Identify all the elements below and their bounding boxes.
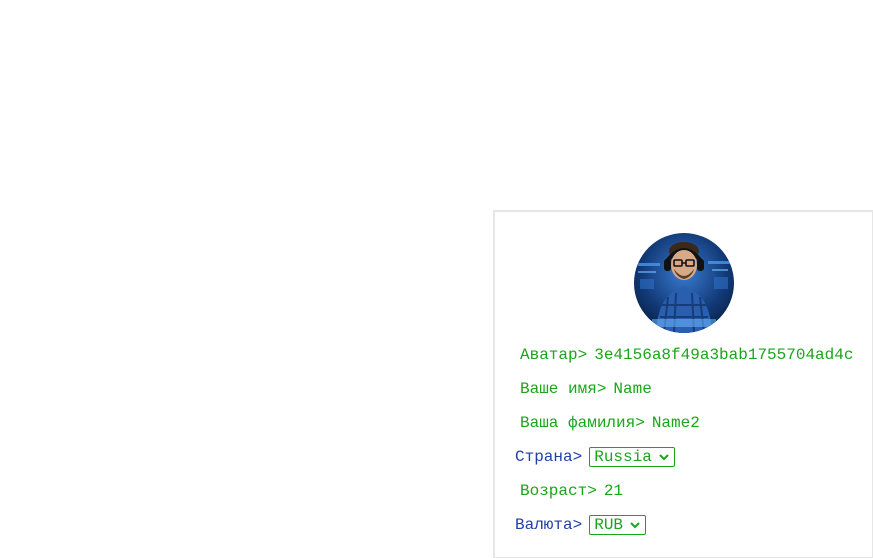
currency-label: Валюта> — [515, 516, 583, 534]
country-select[interactable]: Russia — [589, 447, 676, 467]
currency-select[interactable]: RUB — [589, 515, 647, 535]
age-value: 21 — [603, 482, 624, 500]
country-row: Страна> Russia — [515, 447, 676, 467]
country-label: Страна> — [515, 448, 583, 466]
first-name-value: Name — [613, 380, 652, 398]
avatar-row: Аватар> 3e4156a8f49a3bab1755704ad4c — [520, 345, 853, 365]
age-label: Возраст> — [520, 482, 597, 500]
first-name-label: Ваше имя> — [520, 380, 607, 398]
page: Аватар> 3e4156a8f49a3bab1755704ad4c Ваше… — [0, 0, 873, 558]
currency-row: Валюта> RUB — [515, 515, 647, 535]
avatar — [634, 233, 734, 333]
last-name-row: Ваша фамилия> Name2 — [520, 413, 700, 433]
last-name-label: Ваша фамилия> — [520, 414, 645, 432]
avatar-label: Аватар> — [520, 346, 588, 364]
first-name-row: Ваше имя> Name — [520, 379, 652, 399]
last-name-value: Name2 — [651, 414, 700, 432]
avatar-hash-value: 3e4156a8f49a3bab1755704ad4c — [594, 346, 854, 364]
currency-selected-value: RUB — [594, 516, 624, 534]
age-row: Возраст> 21 — [520, 481, 623, 501]
profile-card: Аватар> 3e4156a8f49a3bab1755704ad4c Ваше… — [493, 210, 873, 558]
chevron-down-icon — [630, 522, 640, 529]
chevron-down-icon — [659, 454, 669, 461]
country-selected-value: Russia — [594, 448, 652, 466]
avatar-image — [634, 233, 734, 333]
